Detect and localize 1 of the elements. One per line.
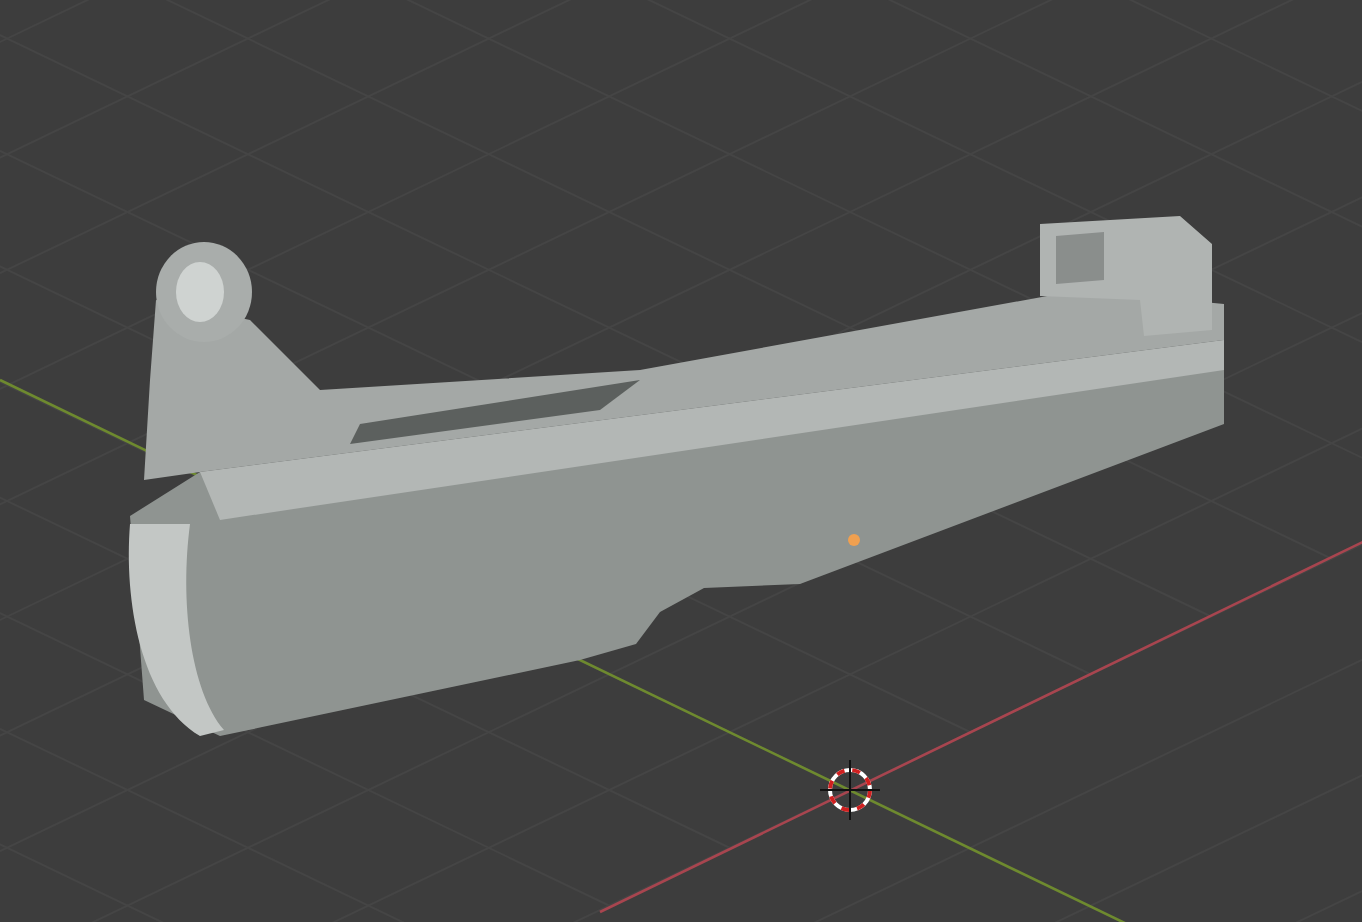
crosshair-icon[interactable] xyxy=(819,759,881,821)
